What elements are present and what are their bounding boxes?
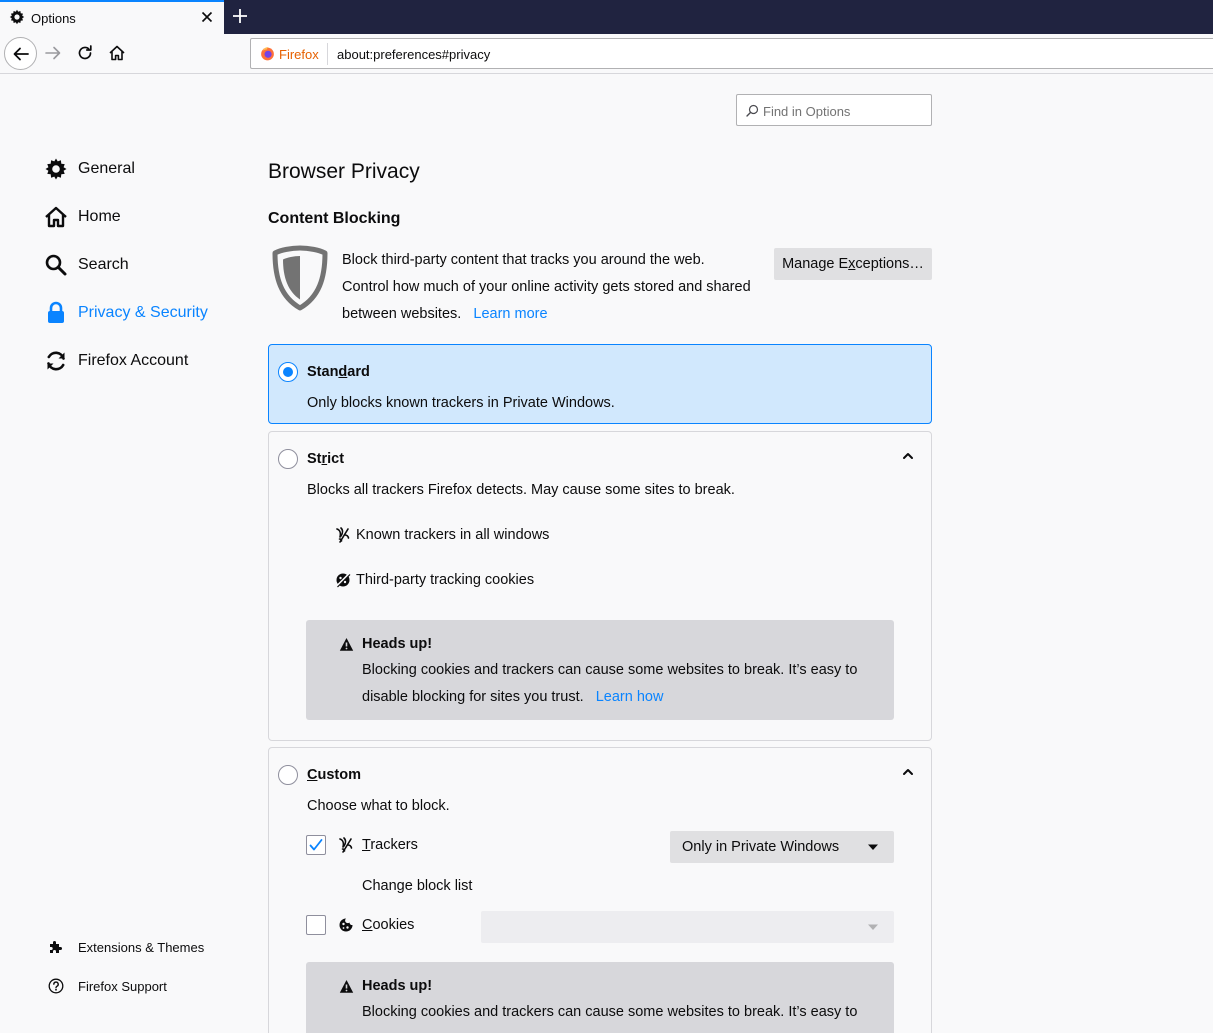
learn-how-link[interactable]: Learn how: [596, 689, 664, 705]
warning-title: Heads up!: [362, 636, 433, 652]
shield-icon: [272, 245, 328, 311]
custom-radio[interactable]: [278, 765, 298, 785]
standard-radio[interactable]: [278, 362, 298, 382]
cookie-blocked-icon: [335, 572, 351, 588]
warning-icon: [339, 638, 354, 651]
home-icon: [45, 206, 67, 228]
sidebar-footer-label: Firefox Support: [78, 979, 167, 994]
tab-strip: Options: [0, 0, 1213, 34]
label-accesskey: C: [362, 917, 373, 933]
gear-icon: [45, 158, 67, 180]
standard-description: Only blocks known trackers in Private Wi…: [307, 395, 615, 411]
sidebar-item-label: Privacy & Security: [78, 304, 208, 321]
section-title: Content Blocking: [268, 210, 401, 227]
title-part: ict: [327, 451, 345, 467]
custom-title: Custom: [307, 767, 361, 783]
label-part: rackers: [370, 837, 418, 853]
button-label-part: Manage E: [782, 256, 849, 272]
select-value: Only in Private Windows: [682, 839, 840, 855]
back-button[interactable]: [4, 37, 37, 70]
cookie-icon: [339, 918, 353, 932]
url-text[interactable]: about:preferences#privacy: [337, 47, 490, 62]
sidebar-item-label: Search: [78, 256, 129, 273]
tab-title: Options: [31, 11, 76, 26]
search-input[interactable]: [763, 101, 923, 121]
gear-icon: [9, 9, 25, 25]
warning-text: Blocking cookies and trackers can cause …: [362, 657, 882, 711]
title-part: ard: [347, 364, 370, 380]
label-part: ookies: [372, 917, 415, 933]
custom-option-card[interactable]: Custom Choose what to block. Trackers On…: [268, 747, 932, 1033]
tracker-icon: [336, 527, 350, 543]
reload-icon[interactable]: [76, 44, 94, 62]
title-part: ustom: [317, 767, 361, 783]
url-separator: [327, 43, 328, 65]
page-title: Browser Privacy: [268, 160, 420, 183]
firefox-logo-icon: [261, 47, 274, 61]
arrow-left-icon: [13, 47, 29, 61]
url-identity-label: Firefox: [279, 47, 319, 62]
standard-title: Standard: [307, 364, 370, 380]
home-icon[interactable]: [108, 44, 126, 62]
dropdown-arrow-icon: [868, 924, 878, 930]
url-bar[interactable]: Firefox about:preferences#privacy: [250, 38, 1213, 69]
tracker-icon: [339, 837, 353, 853]
feature-label: Known trackers in all windows: [356, 527, 550, 543]
content-blocking-description: Block third-party content that tracks yo…: [342, 247, 752, 328]
puzzle-icon: [50, 941, 62, 953]
cookies-label: Cookies: [362, 917, 414, 933]
search-icon: [746, 104, 759, 117]
title-accesskey: C: [307, 767, 318, 783]
sidebar-item-label: Firefox Account: [78, 352, 189, 369]
trackers-scope-select[interactable]: Only in Private Windows: [670, 831, 894, 863]
preferences-content: General Home Search Privacy & Security F…: [0, 75, 1213, 1033]
title-part: St: [307, 451, 322, 467]
warning-title: Heads up!: [362, 978, 433, 994]
strict-heads-up-warning: Heads up! Blocking cookies and trackers …: [306, 620, 894, 720]
lock-icon: [48, 301, 64, 323]
strict-description: Blocks all trackers Firefox detects. May…: [307, 482, 735, 498]
cookies-scope-select: [481, 911, 894, 943]
sidebar-footer-label: Extensions & Themes: [78, 940, 205, 955]
sidebar-item-label: Home: [78, 208, 121, 225]
navigation-toolbar: Firefox about:preferences#privacy: [0, 34, 1213, 74]
warning-text: Blocking cookies and trackers can cause …: [362, 1004, 858, 1020]
cookies-checkbox[interactable]: [306, 915, 326, 935]
change-block-list-link[interactable]: Change block list: [362, 878, 472, 894]
find-in-options-search[interactable]: [736, 94, 932, 126]
arrow-right-icon[interactable]: [44, 44, 62, 62]
chevron-up-icon[interactable]: [901, 765, 915, 779]
checkmark-icon: [309, 839, 323, 851]
help-icon: [48, 978, 64, 994]
title-part: Stan: [307, 364, 339, 380]
close-icon[interactable]: [199, 9, 215, 25]
sidebar-item-label: General: [78, 160, 135, 177]
learn-more-link[interactable]: Learn more: [473, 306, 547, 322]
chevron-up-icon[interactable]: [901, 449, 915, 463]
title-accesskey: d: [338, 364, 348, 380]
strict-option-card[interactable]: Strict Blocks all trackers Firefox detec…: [268, 431, 932, 741]
custom-heads-up-warning: Heads up! Blocking cookies and trackers …: [306, 962, 894, 1033]
standard-option-card[interactable]: Standard Only blocks known trackers in P…: [268, 344, 932, 424]
plus-icon[interactable]: [231, 7, 249, 25]
button-label-part: ceptions…: [855, 256, 924, 272]
dropdown-arrow-icon: [868, 844, 878, 850]
strict-radio[interactable]: [278, 449, 298, 469]
tab-options[interactable]: Options: [0, 0, 224, 34]
feature-label: Third-party tracking cookies: [356, 572, 535, 588]
warning-icon: [339, 980, 354, 993]
trackers-checkbox[interactable]: [306, 835, 326, 855]
trackers-label: Trackers: [362, 837, 418, 853]
search-icon: [45, 254, 67, 276]
manage-exceptions-button[interactable]: Manage Exceptions…: [774, 248, 932, 280]
custom-description: Choose what to block.: [307, 798, 450, 814]
sync-icon: [47, 351, 65, 371]
strict-title: Strict: [307, 451, 344, 467]
